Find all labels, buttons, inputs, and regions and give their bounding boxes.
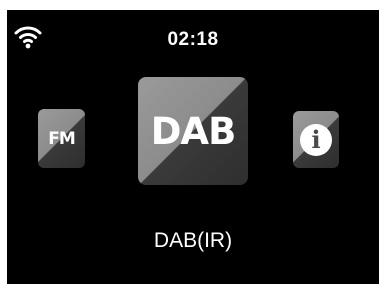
dab-label: DAB bbox=[150, 109, 237, 153]
info-icon: i bbox=[300, 123, 332, 156]
info-glyph: i bbox=[311, 124, 321, 154]
mode-dab-button[interactable]: DAB bbox=[138, 77, 248, 185]
radio-screen: 02:18 FM DAB i DAB(IR) bbox=[7, 10, 379, 284]
clock-time: 02:18 bbox=[167, 29, 219, 50]
fm-label: FM bbox=[48, 128, 76, 149]
mode-info-button[interactable]: i bbox=[293, 111, 339, 168]
mode-fm-button[interactable]: FM bbox=[38, 109, 85, 168]
selected-mode-label: DAB(IR) bbox=[153, 229, 233, 252]
